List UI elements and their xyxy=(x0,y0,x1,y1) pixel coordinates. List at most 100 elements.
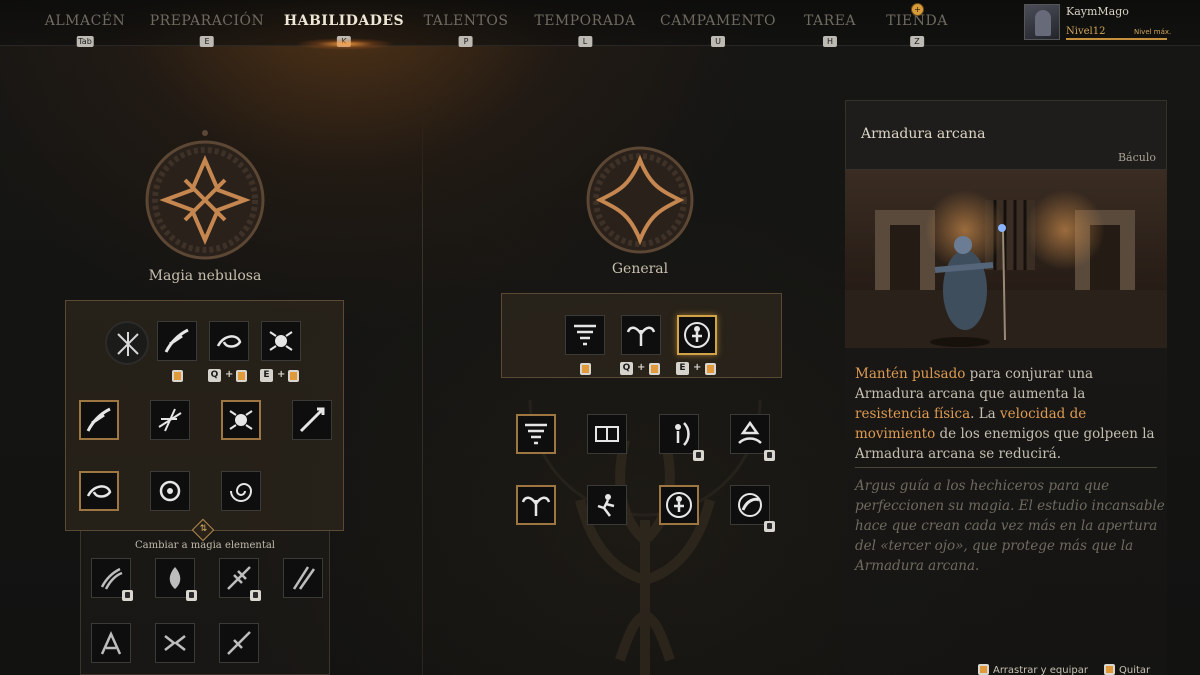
arcane-armor-icon xyxy=(666,492,692,518)
orb-strike-icon xyxy=(738,493,762,517)
orb-skill-icon xyxy=(159,480,181,502)
hotkey-chip: L xyxy=(578,36,592,47)
tab-temporada[interactable]: TEMPORADA L xyxy=(534,13,635,48)
mouse-bind-icon xyxy=(580,363,591,375)
slash-skill-icon xyxy=(292,566,316,590)
tab-preparacion[interactable]: PREPARACIÓN E xyxy=(150,13,265,48)
skill-preview-image xyxy=(845,170,1167,348)
hotkey-chip: Q xyxy=(208,369,221,382)
skill-detail-panel: Armadura arcana Báculo Mantén pulsado pa… xyxy=(845,100,1167,675)
player-level: Nivel12 xyxy=(1066,26,1106,37)
skill-slot[interactable] xyxy=(150,400,190,440)
tab-label: TEMPORADA xyxy=(534,13,636,29)
skill-slot[interactable] xyxy=(621,315,661,355)
shards-skill-icon xyxy=(164,635,186,651)
ice-lance-icon xyxy=(227,566,251,590)
quit-hint[interactable]: Quitar xyxy=(1104,664,1150,675)
tab-label: TALENTOS xyxy=(423,13,509,29)
flame-skill-icon xyxy=(169,567,181,589)
skill-slot[interactable] xyxy=(79,471,119,511)
drag-equip-hint[interactable]: Arrastrar y equipar xyxy=(978,664,1088,675)
mouse-bind-icon xyxy=(649,363,660,375)
skill-slot[interactable] xyxy=(283,558,323,598)
skill-name: Armadura arcana xyxy=(861,126,986,142)
plus-sign: + xyxy=(693,362,702,373)
arcane-burst-icon xyxy=(229,410,253,430)
spear-icon xyxy=(299,407,325,433)
switch-magic-label: Cambiar a magia elemental xyxy=(135,540,275,551)
wings-icon xyxy=(521,496,551,516)
hotkey-chip: Tab xyxy=(76,36,94,47)
skill-slot[interactable] xyxy=(221,400,261,440)
plus-sign: + xyxy=(637,362,646,373)
skill-slot[interactable] xyxy=(155,623,195,663)
like-icon xyxy=(250,590,261,601)
tab-label: TAREA xyxy=(803,13,857,29)
tab-tienda[interactable]: TIENDA Z xyxy=(886,13,948,48)
level-max-label: Nivel máx. xyxy=(1134,28,1172,36)
skill-slot[interactable] xyxy=(91,623,131,663)
skill-description: Mantén pulsado para conjurar una Armadur… xyxy=(855,364,1160,464)
skill-slot[interactable] xyxy=(261,321,301,361)
mouse-bind-icon xyxy=(288,370,299,382)
highlight-text: Mantén pulsado xyxy=(855,366,966,382)
hotkey-chip: E xyxy=(676,362,689,375)
skill-slot[interactable] xyxy=(516,485,556,525)
skill-slot[interactable] xyxy=(157,321,197,361)
shard-volley-icon xyxy=(158,408,182,432)
tab-label: PREPARACIÓN xyxy=(149,13,265,29)
arcane-burst-icon xyxy=(269,331,293,351)
tornado-icon xyxy=(574,324,596,346)
skill-slot[interactable] xyxy=(565,315,605,355)
nebula-magic-emblem-icon xyxy=(145,130,265,260)
tab-tarea[interactable]: TAREA H xyxy=(804,13,856,48)
tornado-icon xyxy=(525,423,547,445)
skill-slot[interactable] xyxy=(730,485,770,525)
skill-slot[interactable] xyxy=(150,471,190,511)
hotkey-chip: H xyxy=(823,36,837,47)
mage-cast-icon xyxy=(675,422,690,446)
arcane-armor-skill-slot[interactable] xyxy=(677,315,717,355)
skill-slot[interactable] xyxy=(730,414,770,454)
hotkey-chip: E xyxy=(199,36,214,47)
mouse-left-icon xyxy=(978,664,989,675)
skill-detail-header: Armadura arcana Báculo xyxy=(845,100,1167,170)
vortex-skill-icon xyxy=(216,335,242,348)
hotkey-chip: Q xyxy=(620,362,633,375)
ice-lance-icon xyxy=(227,631,251,655)
skill-slot[interactable] xyxy=(209,321,249,361)
swap-icon: ⇅ xyxy=(199,524,208,535)
skill-lore: Argus guía a los hechiceros para que per… xyxy=(855,478,1165,574)
mouse-bind-icon xyxy=(172,370,183,382)
tab-campamento[interactable]: CAMPAMENTO U xyxy=(660,13,776,48)
skill-slot[interactable] xyxy=(79,400,119,440)
skill-slot[interactable] xyxy=(292,400,332,440)
arcane-bolt-icon xyxy=(86,407,111,432)
player-profile[interactable]: KaymMago Nivel12 Nivel máx. xyxy=(1024,4,1194,42)
skill-slot[interactable] xyxy=(587,485,627,525)
divider xyxy=(855,467,1157,468)
dash-icon xyxy=(597,494,615,517)
tab-talentos[interactable]: TALENTOS P xyxy=(424,13,509,48)
passive-skill-slot[interactable] xyxy=(105,321,149,365)
school-title: General xyxy=(611,261,669,277)
tab-label: CAMPAMENTO xyxy=(659,13,777,29)
skill-slot[interactable] xyxy=(587,414,627,454)
vortex-skill-icon xyxy=(86,485,112,498)
shop-notification-badge: + xyxy=(911,3,924,16)
school-title: Magia nebulosa xyxy=(148,268,262,284)
mouse-bind-icon xyxy=(236,370,247,382)
skill-slot[interactable] xyxy=(516,414,556,454)
weapon-type: Báculo xyxy=(1117,151,1156,164)
top-navigation: ALMACÉNTab PREPARACIÓNE HABILIDADESK TAL… xyxy=(0,0,1200,50)
skill-slot[interactable] xyxy=(659,485,699,525)
active-tab-glow xyxy=(295,38,395,50)
skill-slot[interactable] xyxy=(221,471,261,511)
skill-slot[interactable] xyxy=(219,623,259,663)
plus-sign: + xyxy=(277,369,286,380)
tab-almacen[interactable]: ALMACÉN Tab xyxy=(45,13,126,48)
plus-sign: + xyxy=(225,369,234,380)
skill-slot[interactable] xyxy=(659,414,699,454)
arcane-armor-icon xyxy=(684,322,710,348)
player-name: KaymMago xyxy=(1066,5,1129,18)
